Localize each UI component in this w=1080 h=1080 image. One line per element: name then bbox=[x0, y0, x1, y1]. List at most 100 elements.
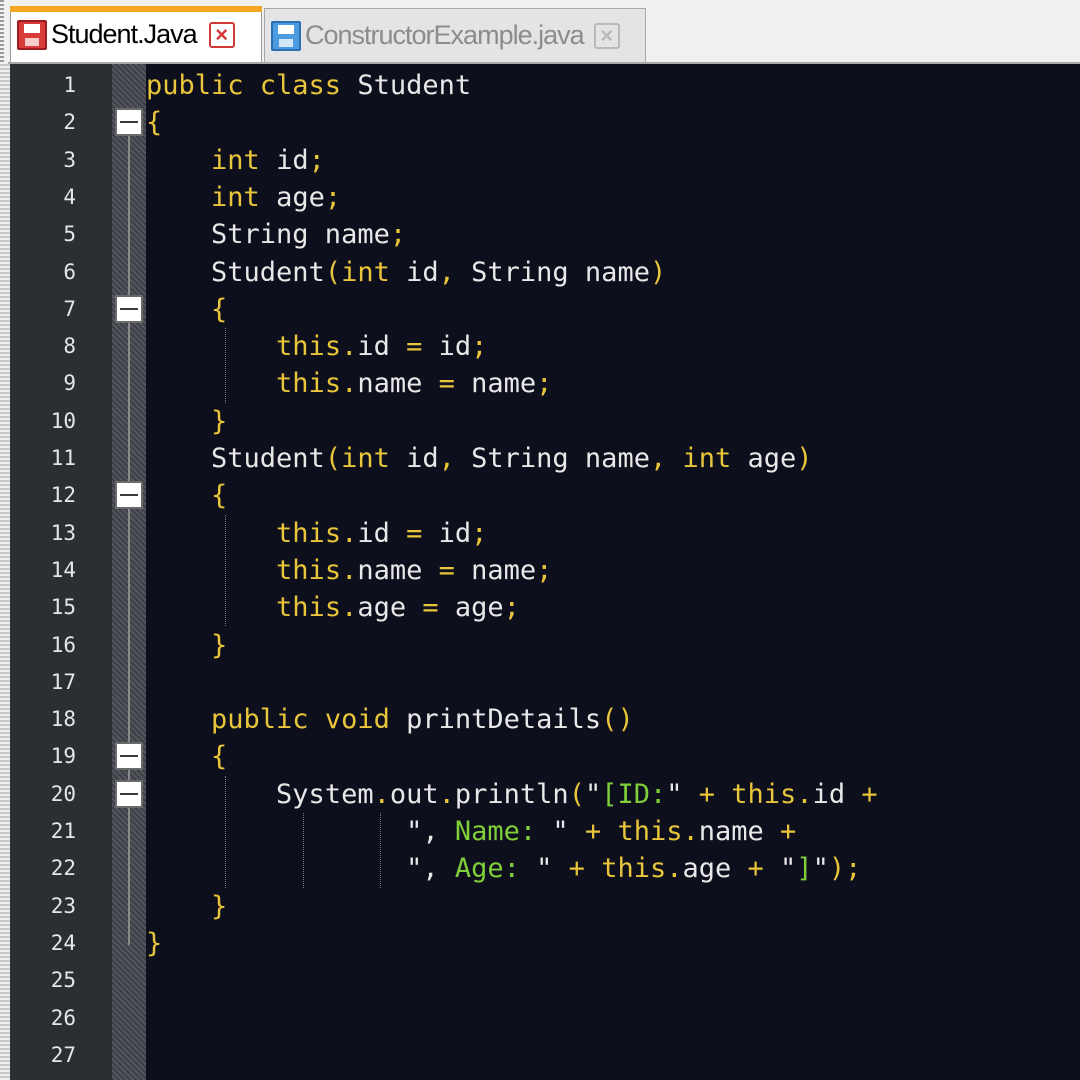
line-number: 15 bbox=[50, 595, 76, 620]
collapse-fold-icon[interactable] bbox=[115, 294, 143, 323]
code-token: name bbox=[357, 368, 439, 400]
code-token: ) bbox=[796, 443, 813, 474]
code-token: + bbox=[584, 816, 618, 847]
line-number: 23 bbox=[50, 893, 76, 918]
close-tab-icon[interactable]: × bbox=[593, 22, 620, 49]
code-line: } bbox=[146, 925, 162, 962]
code-token: ", bbox=[406, 853, 455, 885]
tab-constructor-example-java[interactable]: ConstructorExample.java × bbox=[264, 8, 646, 62]
code-token: age bbox=[454, 592, 504, 624]
code-line: } bbox=[146, 403, 227, 440]
line-number: 2 bbox=[63, 110, 76, 135]
code-token: name bbox=[698, 816, 781, 847]
code-token: . bbox=[341, 554, 358, 586]
line-number: 18 bbox=[50, 707, 76, 732]
code-line: { bbox=[146, 104, 162, 141]
code-token: id bbox=[357, 331, 407, 363]
code-token: this bbox=[276, 331, 342, 363]
code-editor[interactable]: 1 2 3 4 5 6 7 8 9 10 11 12 13 14 15 16 17 18 19 20 21 22 23 24 2… bbox=[0, 64, 1080, 1080]
code-line: this.id = id; bbox=[146, 515, 487, 552]
code-token: name bbox=[471, 368, 537, 400]
line-number: 27 bbox=[50, 1042, 76, 1067]
code-line: Student(int id, String name) bbox=[146, 254, 666, 291]
code-token: id bbox=[438, 517, 472, 549]
code-token: Student bbox=[146, 443, 325, 474]
code-line: { bbox=[146, 738, 227, 775]
code-line: int id; bbox=[146, 142, 325, 179]
save-file-icon bbox=[271, 20, 301, 51]
code-token: Age: bbox=[454, 853, 537, 885]
code-token: this bbox=[276, 554, 342, 586]
code-token: , bbox=[438, 256, 472, 288]
code-token: , bbox=[649, 443, 683, 474]
code-token: name bbox=[357, 554, 439, 586]
code-token: " bbox=[780, 853, 797, 885]
collapse-fold-icon[interactable] bbox=[115, 481, 143, 510]
code-token: int bbox=[341, 443, 407, 474]
code-line: Student(int id, String name, int age) bbox=[146, 440, 813, 477]
code-token: ( bbox=[324, 443, 342, 474]
save-file-icon bbox=[17, 19, 47, 50]
collapse-fold-icon[interactable] bbox=[115, 779, 143, 808]
code-token: this bbox=[276, 368, 342, 400]
close-tab-icon[interactable]: × bbox=[208, 21, 235, 48]
code-line: } bbox=[146, 888, 227, 925]
code-token: . bbox=[373, 778, 390, 810]
code-token: ] bbox=[796, 853, 813, 885]
code-token: . bbox=[341, 517, 358, 549]
code-token: + bbox=[747, 853, 781, 885]
collapse-fold-icon[interactable] bbox=[115, 742, 143, 771]
code-token: = bbox=[406, 331, 439, 363]
line-number: 5 bbox=[63, 222, 76, 247]
line-number: 13 bbox=[50, 520, 76, 545]
code-token: public class bbox=[146, 70, 358, 101]
code-token: System bbox=[146, 778, 374, 810]
code-token: . bbox=[341, 331, 358, 363]
code-token: ; bbox=[308, 144, 325, 176]
code-token: String name bbox=[471, 443, 650, 474]
code-token: . bbox=[682, 816, 699, 847]
tab-student-java[interactable]: Student.Java × bbox=[10, 6, 262, 62]
line-number: 12 bbox=[50, 483, 76, 508]
code-token: = bbox=[422, 592, 455, 624]
code-token: + bbox=[780, 816, 797, 847]
code-token: } bbox=[211, 405, 228, 437]
code-token: " bbox=[666, 778, 699, 810]
code-token: " bbox=[584, 778, 602, 810]
line-number: 19 bbox=[50, 744, 76, 769]
code-token: } bbox=[146, 927, 163, 959]
code-token: ", bbox=[406, 816, 455, 847]
code-token: () bbox=[601, 704, 634, 736]
code-token: { bbox=[146, 107, 163, 139]
code-token: id bbox=[438, 331, 472, 363]
code-token: ( bbox=[324, 256, 342, 288]
code-line: { bbox=[146, 291, 227, 328]
tab-bar-edge bbox=[0, 0, 4, 64]
code-token: Name: bbox=[454, 816, 553, 847]
code-token: String name bbox=[471, 256, 650, 288]
code-token: , bbox=[438, 443, 472, 474]
code-token: . bbox=[341, 592, 358, 624]
line-number: 25 bbox=[50, 968, 76, 993]
code-token: String name bbox=[146, 219, 390, 251]
code-line: ", Name: " + this.name + bbox=[146, 813, 796, 850]
line-number: 3 bbox=[63, 147, 76, 172]
code-token: println bbox=[454, 778, 569, 810]
code-token: age bbox=[276, 181, 325, 213]
line-number: 26 bbox=[50, 1005, 76, 1030]
code-token: ( bbox=[568, 778, 585, 810]
code-line: this.name = name; bbox=[146, 365, 552, 402]
code-token: . bbox=[796, 778, 813, 810]
code-token: " bbox=[536, 853, 569, 885]
code-token: ; bbox=[471, 331, 488, 363]
code-token: ; bbox=[536, 368, 553, 400]
code-token: int bbox=[341, 256, 407, 288]
code-token: this bbox=[731, 778, 797, 810]
collapse-fold-icon[interactable] bbox=[115, 108, 143, 137]
